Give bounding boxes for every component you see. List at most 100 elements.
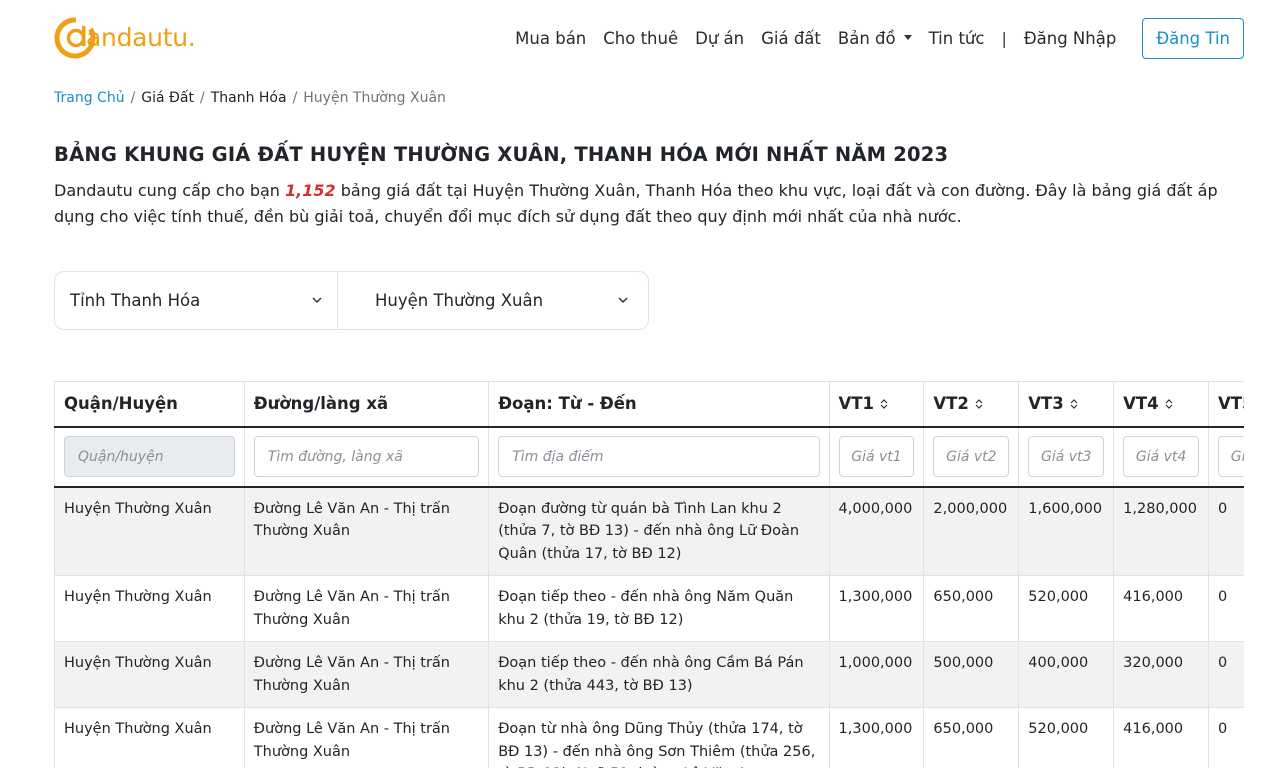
breadcrumb-separator: / [130, 90, 136, 106]
nav-cho-thue[interactable]: Cho thuê [603, 29, 678, 48]
cell-vt3: 400,000 [1018, 641, 1115, 708]
cell-vt2: 2,000,000 [923, 486, 1020, 576]
header-vt2-label: VT2 [933, 394, 969, 414]
filter-vt1-input[interactable] [838, 436, 915, 477]
cell-doan: Đoạn tiếp theo - đến nhà ông Năm Quăn kh… [488, 575, 830, 642]
filter-vt5-input[interactable] [1218, 436, 1244, 477]
cell-quan-huyen: Huyện Thường Xuân [54, 641, 245, 708]
cell-quan-huyen: Huyện Thường Xuân [54, 707, 245, 768]
cell-duong: Đường Lê Văn An - Thị trấn Thường Xuân [244, 486, 490, 576]
post-listing-button[interactable]: Đăng Tin [1142, 17, 1244, 59]
header-quan-huyen: Quận/Huyện [54, 381, 245, 428]
location-filter: Tỉnh Thanh Hóa Huyện Thường Xuân [54, 271, 649, 330]
header-vt1[interactable]: VT1 [829, 381, 925, 428]
header-vt5[interactable]: VT5 [1208, 381, 1244, 428]
province-select[interactable]: Tỉnh Thanh Hóa [55, 272, 338, 329]
cell-vt1: 4,000,000 [829, 486, 925, 576]
logo-text: andautu. [86, 22, 196, 52]
header-vt2[interactable]: VT2 [923, 381, 1020, 428]
filter-duong-input[interactable] [253, 436, 480, 477]
breadcrumb-separator: / [199, 90, 205, 106]
main-nav: Mua bán Cho thuê Dự án Giá đất Bản đồ Ti… [515, 17, 1244, 59]
login-link[interactable]: Đăng Nhập [1024, 29, 1116, 48]
filter-cell [488, 426, 830, 488]
province-select-value: Tỉnh Thanh Hóa [70, 291, 201, 310]
page-description: Dandautu cung cấp cho bạn 1,152 bảng giá… [54, 178, 1244, 230]
nav-divider: | [1001, 28, 1007, 48]
cell-vt2: 500,000 [923, 641, 1020, 708]
nav-du-an[interactable]: Dự án [695, 29, 744, 48]
header-vt4[interactable]: VT4 [1113, 381, 1210, 428]
breadcrumb-thanh-hoa[interactable]: Thanh Hóa [211, 90, 287, 106]
chevron-down-icon [618, 297, 628, 304]
cell-vt5: 0 [1208, 641, 1244, 708]
cell-vt2: 650,000 [923, 575, 1020, 642]
caret-down-icon [903, 34, 912, 40]
table-row[interactable]: Huyện Thường Xuân Đường Lê Văn An - Thị … [54, 575, 1244, 642]
header-vt1-label: VT1 [838, 394, 875, 414]
table-header-row: Quận/Huyện Đường/làng xã Đoạn: Từ - Đến … [54, 381, 1244, 428]
table-row[interactable]: Huyện Thường Xuân Đường Lê Văn An - Thị … [54, 707, 1244, 768]
cell-vt5: 0 [1208, 575, 1244, 642]
sort-icon [880, 398, 888, 409]
description-prefix: Dandautu cung cấp cho bạn [54, 181, 286, 200]
district-select-value: Huyện Thường Xuân [375, 291, 544, 310]
cell-vt3: 1,600,000 [1018, 486, 1115, 576]
sort-icon [1165, 398, 1173, 409]
cell-duong: Đường Lê Văn An - Thị trấn Thường Xuân [244, 575, 490, 642]
header-vt4-label: VT4 [1123, 394, 1159, 414]
cell-doan: Đoạn tiếp theo - đến nhà ông Cầm Bá Pán … [488, 641, 830, 708]
filter-cell [1208, 426, 1244, 488]
filter-cell [1018, 426, 1115, 488]
filter-cell [923, 426, 1020, 488]
district-select[interactable]: Huyện Thường Xuân [338, 272, 648, 329]
site-header: andautu. Mua bán Cho thuê Dự án Giá đất … [0, 0, 1280, 78]
header-duong-lang-xa: Đường/làng xã [244, 381, 490, 428]
filter-vt2-input[interactable] [933, 436, 1010, 477]
cell-doan: Đoạn từ nhà ông Dũng Thủy (thửa 174, tờ … [488, 707, 830, 768]
chevron-down-icon [312, 297, 322, 304]
filter-dia-diem-input[interactable] [498, 436, 820, 477]
cell-duong: Đường Lê Văn An - Thị trấn Thường Xuân [244, 707, 490, 768]
cell-vt1: 1,300,000 [829, 575, 925, 642]
header-doan: Đoạn: Từ - Đến [488, 381, 830, 428]
cell-quan-huyen: Huyện Thường Xuân [54, 486, 245, 576]
filter-cell [244, 426, 490, 488]
cell-quan-huyen: Huyện Thường Xuân [54, 575, 245, 642]
breadcrumb-current: Huyện Thường Xuân [303, 90, 446, 106]
cell-vt1: 1,000,000 [829, 641, 925, 708]
price-table: Quận/Huyện Đường/làng xã Đoạn: Từ - Đến … [54, 381, 1244, 768]
filter-quan-huyen-input[interactable] [64, 436, 235, 477]
filter-cell [1113, 426, 1210, 488]
price-table-container[interactable]: Quận/Huyện Đường/làng xã Đoạn: Từ - Đến … [54, 381, 1244, 768]
site-logo[interactable]: andautu. [54, 14, 196, 62]
breadcrumb-gia-dat[interactable]: Giá Đất [141, 90, 194, 106]
cell-vt4: 1,280,000 [1113, 486, 1210, 576]
cell-doan: Đoạn đường từ quán bà Tình Lan khu 2 (th… [488, 486, 830, 576]
cell-vt5: 0 [1208, 486, 1244, 576]
sort-icon [975, 398, 983, 409]
cell-vt4: 416,000 [1113, 707, 1210, 768]
filter-vt3-input[interactable] [1028, 436, 1105, 477]
cell-vt4: 416,000 [1113, 575, 1210, 642]
header-vt5-label: VT5 [1218, 394, 1244, 414]
cell-vt2: 650,000 [923, 707, 1020, 768]
nav-tin-tuc[interactable]: Tin tức [929, 29, 985, 48]
filter-vt4-input[interactable] [1123, 436, 1200, 477]
table-row[interactable]: Huyện Thường Xuân Đường Lê Văn An - Thị … [54, 641, 1244, 708]
breadcrumb-home[interactable]: Trang Chủ [54, 90, 125, 106]
nav-mua-ban[interactable]: Mua bán [515, 29, 586, 48]
cell-vt5: 0 [1208, 707, 1244, 768]
nav-ban-do[interactable]: Bản đồ [838, 29, 912, 48]
page-title: BẢNG KHUNG GIÁ ĐẤT HUYỆN THƯỜNG XUÂN, TH… [54, 143, 949, 166]
header-vt3-label: VT3 [1028, 394, 1064, 414]
filter-cell [829, 426, 925, 488]
cell-vt3: 520,000 [1018, 575, 1115, 642]
breadcrumb-separator: / [292, 90, 298, 106]
header-vt3[interactable]: VT3 [1018, 381, 1115, 428]
cell-vt4: 320,000 [1113, 641, 1210, 708]
nav-gia-dat[interactable]: Giá đất [761, 29, 821, 48]
cell-vt3: 520,000 [1018, 707, 1115, 768]
table-row[interactable]: Huyện Thường Xuân Đường Lê Văn An - Thị … [54, 486, 1244, 576]
nav-ban-do-label: Bản đồ [837, 28, 896, 48]
